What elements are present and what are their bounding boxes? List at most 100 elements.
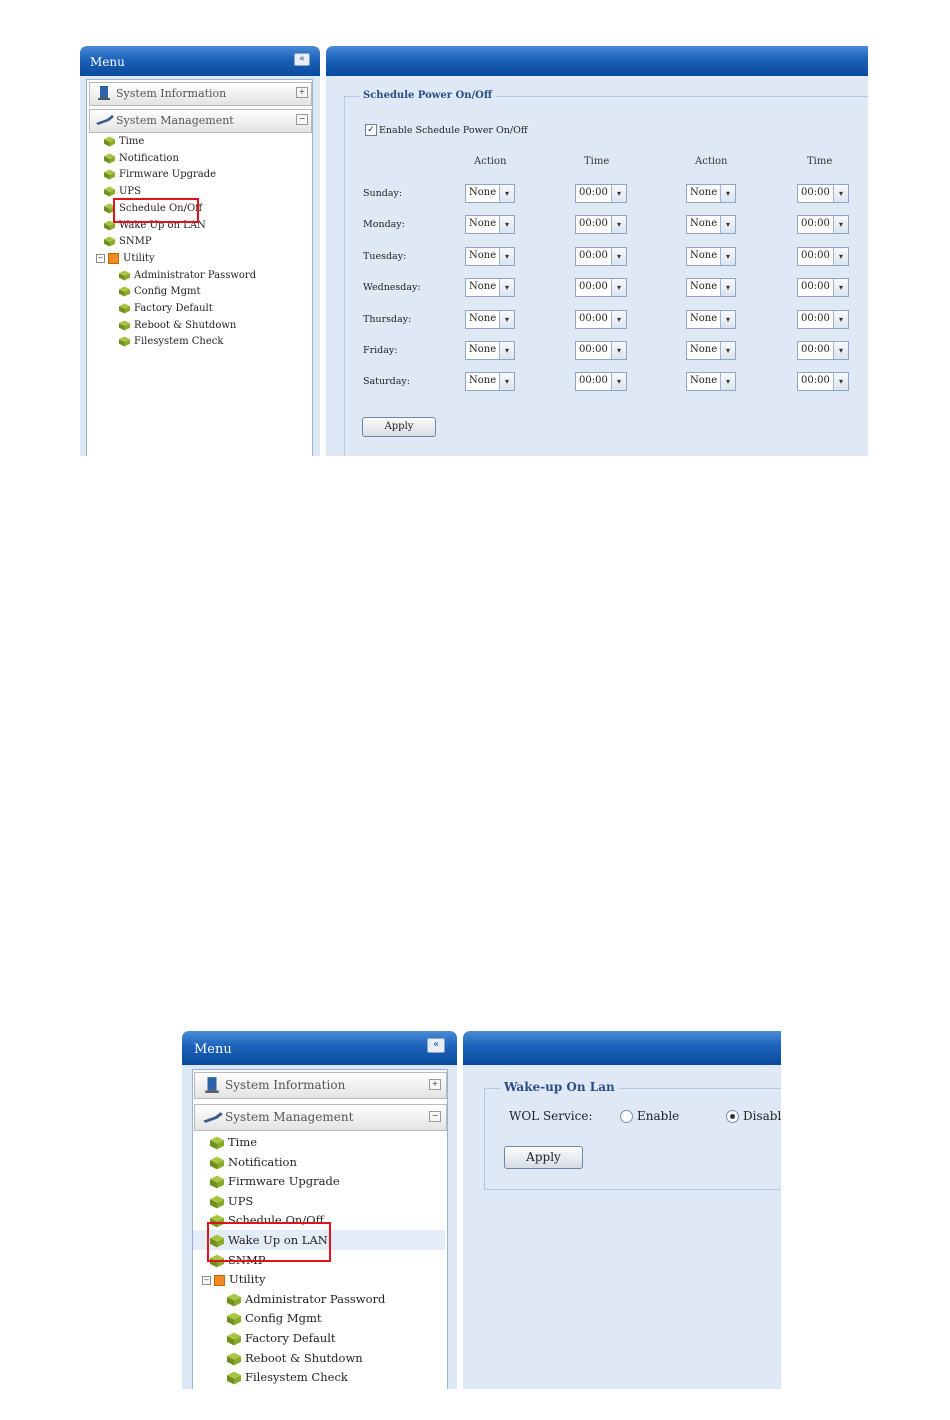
menu-item-time[interactable]: Time (210, 1135, 257, 1150)
action-select[interactable]: None ▾ (686, 215, 736, 235)
time-select[interactable]: 00:00 ▾ (797, 246, 849, 266)
menu-item-config-mgmt[interactable]: Config Mgmt (119, 286, 201, 297)
chevron-down-icon[interactable]: ▾ (833, 373, 848, 391)
chevron-down-icon[interactable]: ▾ (611, 373, 626, 391)
chevron-down-icon[interactable]: ▾ (720, 185, 735, 202)
menu-item-utility[interactable]: − Utility (96, 252, 155, 264)
chevron-down-icon[interactable]: ▾ (720, 247, 735, 265)
chevron-down-icon[interactable]: ▾ (499, 342, 514, 359)
action-select[interactable]: None ▾ (465, 372, 515, 392)
cube-icon (104, 186, 115, 197)
action-select[interactable]: None ▾ (686, 246, 736, 266)
group-system-management[interactable]: System Management − (89, 109, 312, 133)
enable-schedule-checkbox[interactable]: ✓ (365, 124, 377, 136)
cube-icon (210, 1195, 224, 1209)
highlight-wake-up-on-lan (207, 1222, 331, 1262)
menu-item-time[interactable]: Time (104, 136, 144, 147)
action-select[interactable]: None ▾ (686, 341, 736, 360)
time-select[interactable]: 00:00 ▾ (797, 184, 849, 203)
wol-disable-radio[interactable] (726, 1110, 739, 1123)
menu-item-reboot-shutdown[interactable]: Reboot & Shutdown (227, 1351, 363, 1366)
chevron-down-icon[interactable]: ▾ (720, 342, 735, 359)
action-select[interactable]: None ▾ (465, 341, 515, 360)
chevron-down-icon[interactable]: ▾ (611, 342, 626, 359)
time-select[interactable]: 00:00 ▾ (575, 184, 627, 203)
time-select[interactable]: 00:00 ▾ (797, 341, 849, 360)
chevron-down-icon[interactable]: ▾ (720, 216, 735, 234)
apply-button[interactable]: Apply (504, 1146, 583, 1169)
group-system-information[interactable]: System Information + (194, 1072, 447, 1099)
menu-item-factory-default[interactable]: Factory Default (227, 1331, 336, 1346)
chevron-down-icon[interactable]: ▾ (833, 342, 848, 359)
menu-item-filesystem-check[interactable]: Filesystem Check (227, 1370, 348, 1385)
chevron-down-icon[interactable]: ▾ (499, 247, 514, 265)
collapse-icon[interactable]: − (202, 1275, 211, 1285)
menu-item-notification[interactable]: Notification (104, 153, 179, 164)
chevron-down-icon[interactable]: ▾ (611, 279, 626, 297)
top-screenshot: Menu « System Information + System Manag… (80, 46, 868, 456)
menu-item-administrator-password[interactable]: Administrator Password (227, 1292, 385, 1307)
menu-item-utility[interactable]: − Utility (202, 1272, 265, 1286)
time-select[interactable]: 00:00 ▾ (797, 372, 849, 392)
menu-item-administrator-password[interactable]: Administrator Password (119, 270, 256, 281)
time-select[interactable]: 00:00 ▾ (575, 309, 627, 329)
action-select[interactable]: None ▾ (686, 184, 736, 203)
action-select[interactable]: None ▾ (465, 278, 515, 298)
menu-item-reboot-shutdown[interactable]: Reboot & Shutdown (119, 320, 236, 331)
time-select[interactable]: 00:00 ▾ (575, 246, 627, 266)
time-select[interactable]: 00:00 ▾ (575, 341, 627, 360)
chevron-down-icon[interactable]: ▾ (499, 216, 514, 234)
menu-title: Menu (194, 1042, 232, 1057)
menu-item-filesystem-check[interactable]: Filesystem Check (119, 336, 223, 347)
time-select[interactable]: 00:00 ▾ (575, 215, 627, 235)
chevron-down-icon[interactable]: ▾ (611, 247, 626, 265)
group-system-information[interactable]: System Information + (89, 82, 312, 106)
action-select[interactable]: None ▾ (465, 215, 515, 235)
time-select[interactable]: 00:00 ▾ (575, 372, 627, 392)
time-select[interactable]: 00:00 ▾ (797, 309, 849, 329)
menu-item-ups[interactable]: UPS (104, 186, 141, 197)
action-select[interactable]: None ▾ (465, 309, 515, 329)
chevron-down-icon[interactable]: ▾ (833, 216, 848, 234)
expand-icon[interactable]: + (296, 87, 308, 98)
chevron-down-icon[interactable]: ▾ (833, 247, 848, 265)
chevron-down-icon[interactable]: ▾ (720, 373, 735, 391)
time-select[interactable]: 00:00 ▾ (575, 278, 627, 298)
wol-enable-radio[interactable] (620, 1110, 633, 1123)
menu-item-firmware-upgrade[interactable]: Firmware Upgrade (104, 169, 216, 180)
menu-item-firmware-upgrade[interactable]: Firmware Upgrade (210, 1174, 340, 1189)
chevron-down-icon[interactable]: ▾ (720, 279, 735, 297)
collapse-menu-icon[interactable]: « (294, 53, 310, 66)
chevron-down-icon[interactable]: ▾ (611, 216, 626, 234)
action-select[interactable]: None ▾ (686, 372, 736, 392)
chevron-down-icon[interactable]: ▾ (833, 279, 848, 297)
action-select[interactable]: None ▾ (686, 278, 736, 298)
chevron-down-icon[interactable]: ▾ (720, 310, 735, 328)
chevron-down-icon[interactable]: ▾ (611, 185, 626, 202)
expand-icon[interactable]: + (429, 1079, 441, 1090)
chevron-down-icon[interactable]: ▾ (833, 310, 848, 328)
collapse-icon[interactable]: − (429, 1111, 441, 1122)
group-system-management[interactable]: System Management − (194, 1104, 447, 1131)
chevron-down-icon[interactable]: ▾ (499, 279, 514, 297)
menu-item-label: UPS (228, 1193, 254, 1208)
chevron-down-icon[interactable]: ▾ (611, 310, 626, 328)
chevron-down-icon[interactable]: ▾ (499, 373, 514, 391)
time-select[interactable]: 00:00 ▾ (797, 278, 849, 298)
menu-item-notification[interactable]: Notification (210, 1155, 297, 1170)
collapse-icon[interactable]: − (296, 114, 308, 125)
menu-item-factory-default[interactable]: Factory Default (119, 303, 213, 314)
chevron-down-icon[interactable]: ▾ (833, 185, 848, 202)
menu-item-config-mgmt[interactable]: Config Mgmt (227, 1311, 321, 1326)
action-select[interactable]: None ▾ (465, 246, 515, 266)
collapse-icon[interactable]: − (96, 253, 105, 263)
time-select[interactable]: 00:00 ▾ (797, 215, 849, 235)
chevron-down-icon[interactable]: ▾ (499, 185, 514, 202)
chevron-down-icon[interactable]: ▾ (499, 310, 514, 328)
collapse-menu-icon[interactable]: « (427, 1038, 445, 1053)
menu-item-ups[interactable]: UPS (210, 1194, 253, 1209)
action-select[interactable]: None ▾ (686, 309, 736, 329)
menu-item-snmp[interactable]: SNMP (104, 236, 152, 247)
action-select[interactable]: None ▾ (465, 184, 515, 203)
apply-button[interactable]: Apply (362, 417, 436, 437)
